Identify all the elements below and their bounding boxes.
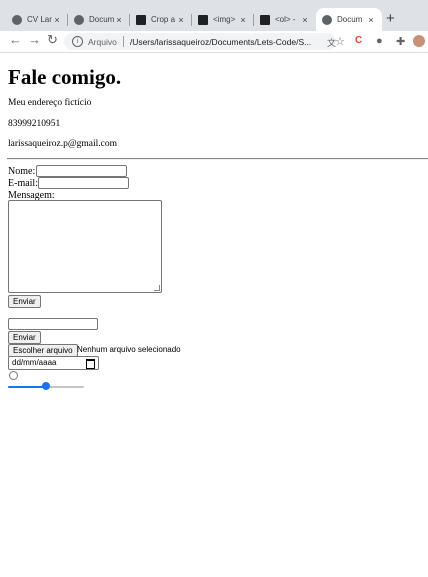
info-icon[interactable]: i bbox=[72, 36, 83, 47]
globe-icon bbox=[74, 14, 84, 25]
puzzle-extensions-icon[interactable]: ✚ bbox=[396, 35, 405, 48]
radio-button[interactable] bbox=[9, 371, 18, 380]
range-fill bbox=[8, 386, 46, 388]
date-input[interactable]: dd/mm/aaaa bbox=[8, 356, 99, 370]
close-icon[interactable]: × bbox=[366, 15, 376, 25]
submit2-button[interactable]: Enviar bbox=[8, 331, 41, 344]
microphone-icon[interactable]: ● bbox=[376, 35, 383, 47]
submit-button[interactable]: Enviar bbox=[8, 295, 41, 308]
close-icon[interactable]: × bbox=[52, 15, 62, 25]
tab-title: <ol> - bbox=[275, 15, 296, 24]
close-icon[interactable]: × bbox=[114, 15, 124, 25]
address-text: Meu endereço fictício bbox=[8, 98, 92, 108]
globe-icon bbox=[322, 14, 332, 25]
profile-avatar[interactable] bbox=[413, 35, 425, 47]
forward-button[interactable]: → bbox=[28, 32, 41, 47]
name-input[interactable] bbox=[36, 165, 127, 177]
horizontal-rule bbox=[7, 158, 428, 160]
file-status-text: Nenhum arquivo selecionado bbox=[77, 345, 181, 354]
tab-title: Crop a bbox=[151, 15, 176, 24]
tab-title: Docum bbox=[89, 15, 114, 24]
tab-documento[interactable]: Docum × bbox=[68, 8, 130, 31]
site-logo-icon bbox=[136, 14, 146, 25]
url-text[interactable]: /Users/larissaqueiroz/Documents/Lets-Cod… bbox=[130, 37, 311, 47]
close-icon[interactable]: × bbox=[238, 15, 248, 25]
tab-title: CV Lar bbox=[27, 15, 52, 24]
globe-icon bbox=[12, 14, 22, 25]
tab-img[interactable]: <img> × bbox=[192, 8, 254, 31]
extension-icon[interactable]: C bbox=[355, 35, 362, 46]
email-label: E-mail: bbox=[8, 178, 38, 189]
bookmark-star-icon[interactable]: ☆ bbox=[335, 35, 345, 48]
range-slider[interactable] bbox=[8, 382, 84, 390]
tab-cv[interactable]: CV Lar × bbox=[6, 8, 68, 31]
tab-ol[interactable]: <ol> - × bbox=[254, 8, 316, 31]
resize-handle-icon[interactable] bbox=[154, 285, 160, 291]
back-button[interactable]: ← bbox=[9, 32, 22, 47]
email-text: larissaqueiroz.p@gmail.com bbox=[8, 139, 117, 149]
browser-toolbar: ← → ↻ i Arquivo /Users/larissaqueiroz/Do… bbox=[0, 31, 428, 53]
tab-title: <img> bbox=[213, 15, 236, 24]
range-thumb[interactable] bbox=[42, 382, 50, 390]
page-title: Fale comigo. bbox=[8, 65, 122, 89]
new-tab-button[interactable]: + bbox=[386, 10, 395, 27]
message-textarea[interactable] bbox=[8, 200, 162, 293]
tab-title: Docum bbox=[337, 15, 363, 24]
mdn-icon bbox=[260, 14, 270, 25]
extra-input[interactable] bbox=[8, 318, 98, 330]
close-icon[interactable]: × bbox=[176, 15, 186, 25]
phone-text: 83999210951 bbox=[8, 119, 61, 129]
reload-button[interactable]: ↻ bbox=[47, 32, 58, 48]
address-bar[interactable]: i Arquivo /Users/larissaqueiroz/Document… bbox=[64, 33, 336, 50]
email-input[interactable] bbox=[38, 177, 129, 189]
calendar-icon[interactable] bbox=[86, 359, 95, 369]
divider bbox=[122, 36, 124, 47]
tab-documento-active[interactable]: Docum × bbox=[316, 8, 382, 31]
page-content: Fale comigo. Meu endereço fictício 83999… bbox=[0, 53, 428, 577]
mdn-icon bbox=[198, 14, 208, 25]
security-label: Arquivo bbox=[88, 36, 117, 47]
tab-crop[interactable]: Crop a × bbox=[130, 8, 192, 31]
date-placeholder: dd/mm/aaaa bbox=[12, 358, 57, 367]
close-icon[interactable]: × bbox=[300, 15, 310, 25]
name-label: Nome: bbox=[8, 166, 36, 177]
tab-bar: CV Lar × Docum × Crop a × <img> × <ol> -… bbox=[0, 0, 428, 31]
